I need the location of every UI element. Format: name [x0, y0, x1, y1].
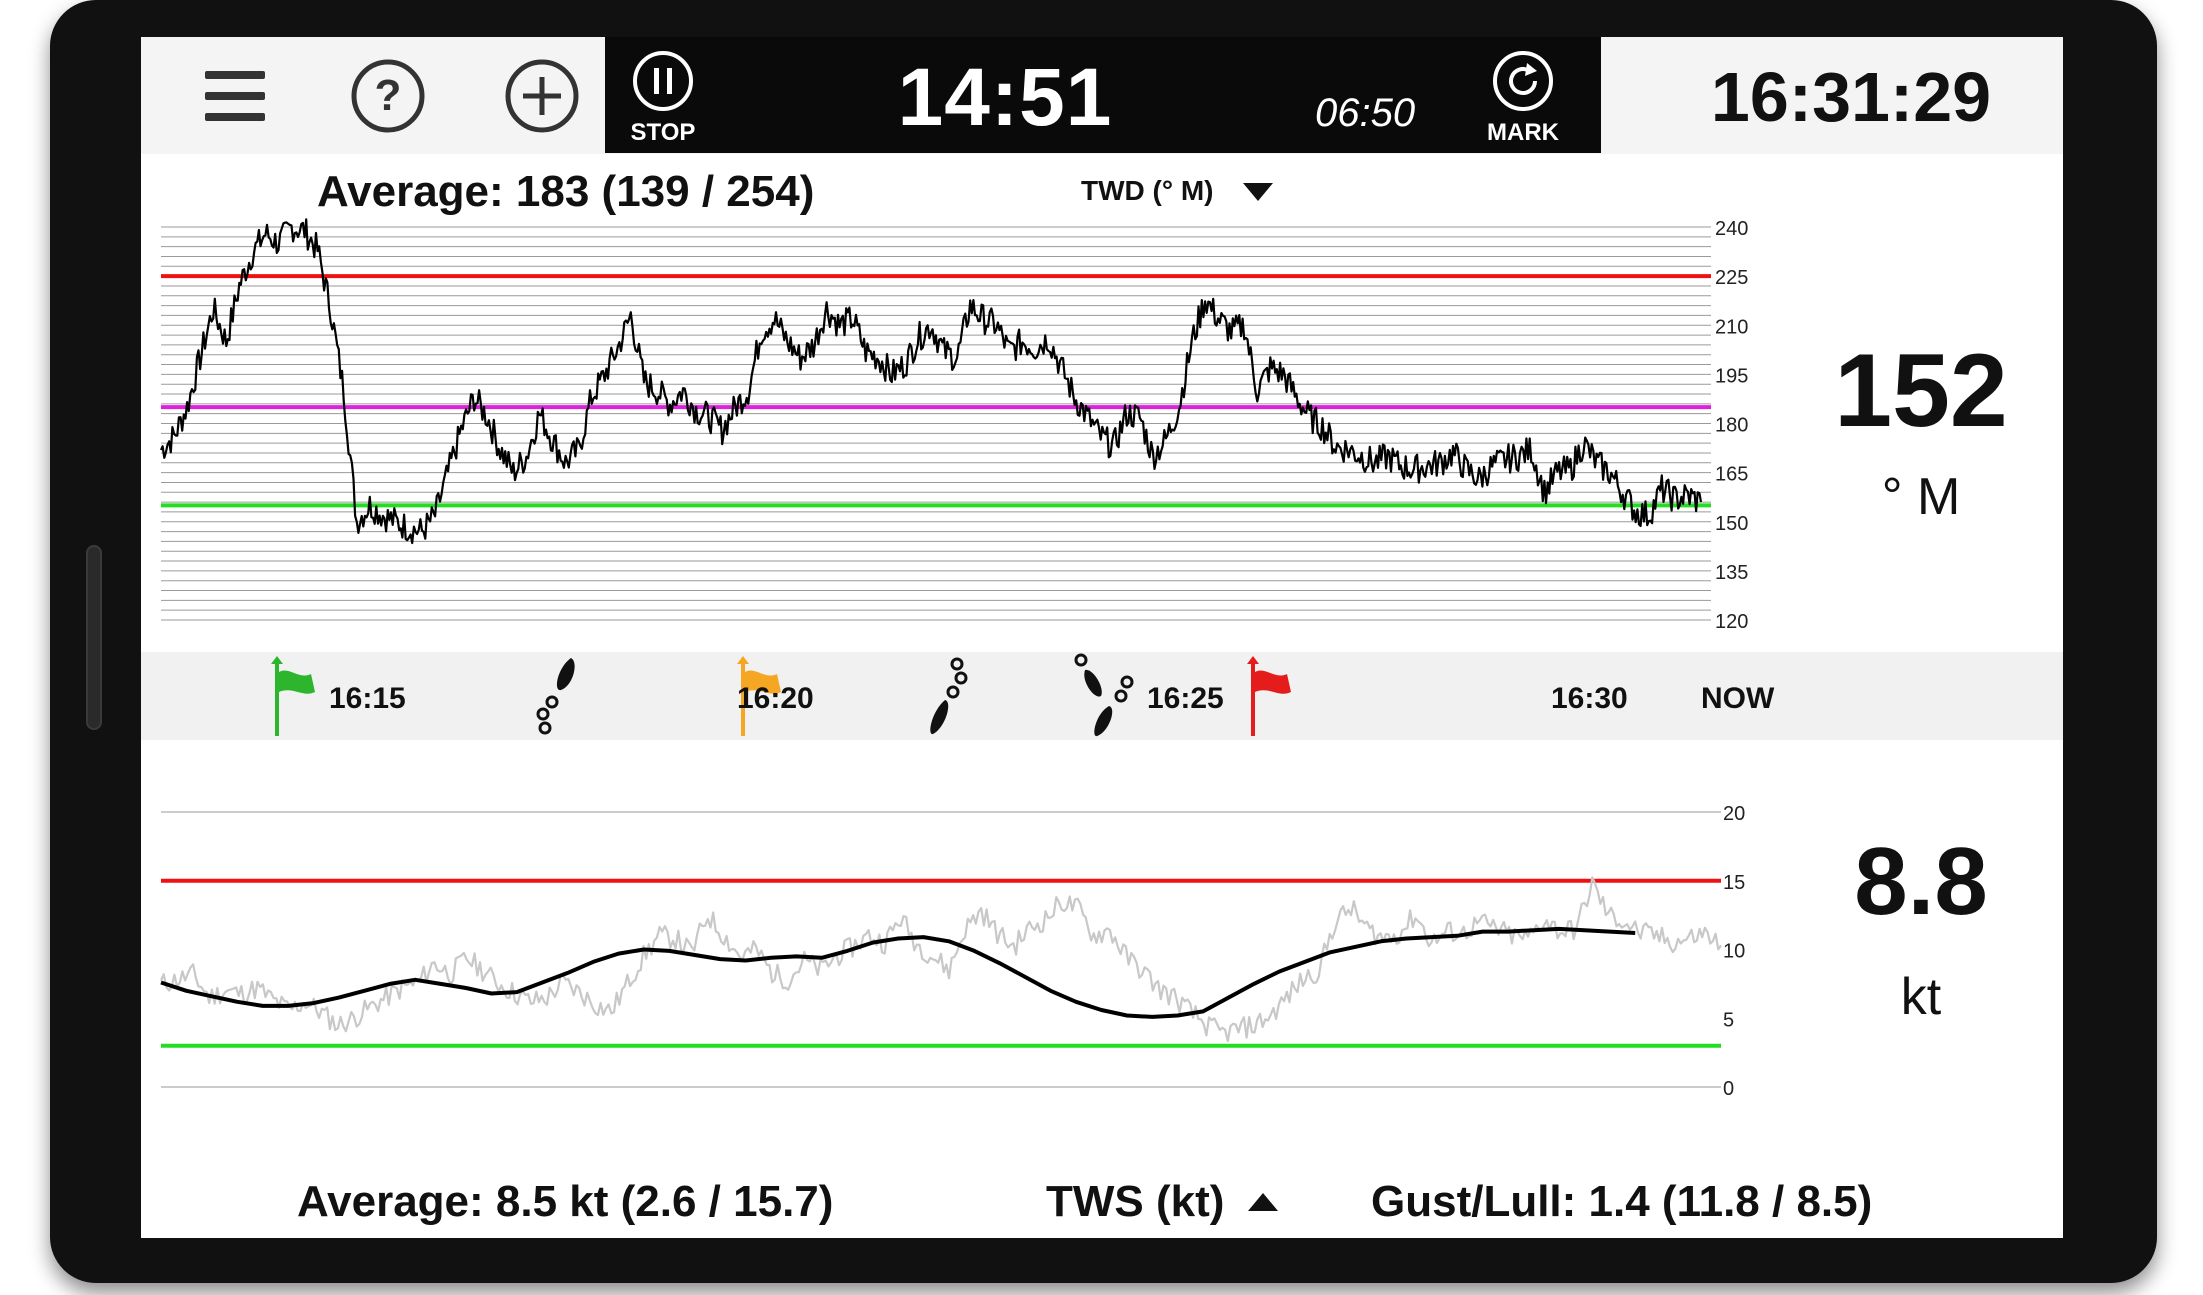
y-tick-label: 0 [1723, 1078, 1734, 1100]
speed-average: Average: 8.5 kt (2.6 / 15.7) [297, 1177, 834, 1226]
mark-button[interactable]: MARK [1473, 49, 1573, 149]
svg-text:?: ? [375, 71, 402, 120]
top-bar: ? STOP 14:51 06:50 MARK 16:31:29 [141, 37, 2063, 154]
speed-selector-label: TWS (kt) [1046, 1177, 1225, 1226]
y-tick-label: 165 [1715, 464, 1748, 486]
direction-chart: 120 135 150 165 180 195 210 225 240 [159, 218, 1748, 633]
add-circle-icon[interactable] [503, 57, 581, 135]
green-flag-icon [271, 656, 315, 736]
hamburger-menu-icon[interactable] [197, 57, 275, 135]
race-timer-panel: STOP 14:51 06:50 MARK [605, 37, 1601, 153]
smoothed-speed-line [160, 926, 1636, 1019]
timeline-label-1630: 16:30 [1551, 682, 1628, 715]
y-tick-label: 225 [1715, 267, 1748, 289]
timeline-label-now[interactable]: NOW [1701, 682, 1774, 716]
y-tick-label: 15 [1723, 872, 1745, 894]
y-tick-label: 210 [1715, 316, 1748, 338]
red-flag-icon [1247, 656, 1291, 736]
timeline-label-1615: 16:15 [329, 682, 406, 715]
help-circle-icon[interactable]: ? [349, 57, 427, 135]
y-tick-label: 20 [1723, 803, 1745, 825]
pause-circle-icon [633, 51, 693, 111]
direction-trace [159, 218, 1703, 545]
footprints-icon [536, 658, 575, 735]
footprints-icon [930, 657, 968, 735]
secondary-timer: 06:50 [1315, 91, 1416, 135]
mark-label: MARK [1487, 119, 1559, 146]
countdown-timer: 14:51 [897, 52, 1113, 143]
tablet-side-button [86, 545, 102, 730]
y-tick-label: 135 [1715, 562, 1748, 584]
y-tick-label: 240 [1715, 218, 1748, 240]
y-tick-label: 5 [1723, 1009, 1734, 1031]
dropdown-arrow-up-icon [1248, 1193, 1278, 1211]
app-screen: ? STOP 14:51 06:50 MARK 16:31:29 Average… [141, 37, 2063, 1238]
stop-label: STOP [630, 119, 696, 146]
speed-current-value: 8.8 [1854, 828, 1988, 935]
y-tick-label: 120 [1715, 611, 1748, 633]
y-tick-label: 150 [1715, 513, 1748, 535]
timeline-bar: 16:15 16:20 16:25 16:30 NOW [141, 652, 2063, 740]
reset-circle-icon [1493, 51, 1553, 111]
speed-unit: kt [1900, 968, 1942, 1026]
gust-lull-readout: Gust/Lull: 1.4 (11.8 / 8.5) [1371, 1177, 1873, 1226]
direction-unit: ° M [1881, 468, 1961, 526]
stop-button[interactable]: STOP [613, 49, 713, 149]
speed-chart: 0 5 10 15 20 [159, 803, 1745, 1100]
timeline-label-1620: 16:20 [737, 682, 814, 715]
timeline-label-1625: 16:25 [1147, 682, 1224, 715]
clock: 16:31:29 [1710, 58, 1992, 136]
raw-speed-trace [159, 876, 1722, 1043]
direction-current-value: 152 [1834, 333, 2008, 449]
footprints-icon [1074, 653, 1134, 737]
y-tick-label: 195 [1715, 365, 1748, 387]
y-tick-label: 10 [1723, 941, 1745, 963]
speed-selector[interactable]: TWS (kt) [1046, 1177, 1278, 1227]
y-tick-label: 180 [1715, 415, 1748, 437]
